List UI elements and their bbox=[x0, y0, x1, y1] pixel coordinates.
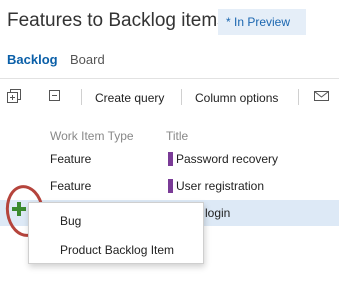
toolbar-separator bbox=[298, 89, 299, 105]
work-item-type: Feature bbox=[50, 152, 92, 166]
toolbar-separator bbox=[181, 89, 182, 105]
feature-color-bar bbox=[168, 152, 173, 166]
column-header-work-item-type[interactable]: Work Item Type bbox=[50, 129, 134, 143]
create-query-button[interactable]: Create query bbox=[95, 91, 164, 105]
page-title: Features to Backlog items bbox=[7, 10, 227, 31]
column-header-title[interactable]: Title bbox=[166, 129, 188, 143]
work-item-title[interactable]: Password recovery bbox=[176, 152, 278, 166]
menu-item-bug[interactable]: Bug bbox=[29, 207, 203, 235]
expand-all-icon[interactable] bbox=[7, 89, 21, 103]
feature-color-bar bbox=[168, 179, 173, 193]
preview-badge[interactable]: * In Preview bbox=[218, 9, 306, 35]
collapse-all-icon[interactable] bbox=[48, 89, 62, 103]
tab-board[interactable]: Board bbox=[70, 52, 105, 67]
work-item-title[interactable]: User registration bbox=[176, 179, 264, 193]
add-child-menu: Bug Product Backlog Item bbox=[28, 202, 204, 264]
menu-item-product-backlog-item[interactable]: Product Backlog Item bbox=[29, 236, 203, 264]
table-row[interactable]: Feature User registration bbox=[0, 173, 339, 199]
email-icon[interactable] bbox=[314, 89, 329, 103]
tab-backlog[interactable]: Backlog bbox=[7, 52, 58, 67]
toolbar-divider bbox=[0, 78, 339, 79]
column-options-button[interactable]: Column options bbox=[195, 91, 278, 105]
toolbar-separator bbox=[81, 89, 82, 105]
table-row[interactable]: Feature Password recovery bbox=[0, 146, 339, 172]
work-item-type: Feature bbox=[50, 179, 92, 193]
work-item-title[interactable]: login bbox=[205, 206, 230, 220]
